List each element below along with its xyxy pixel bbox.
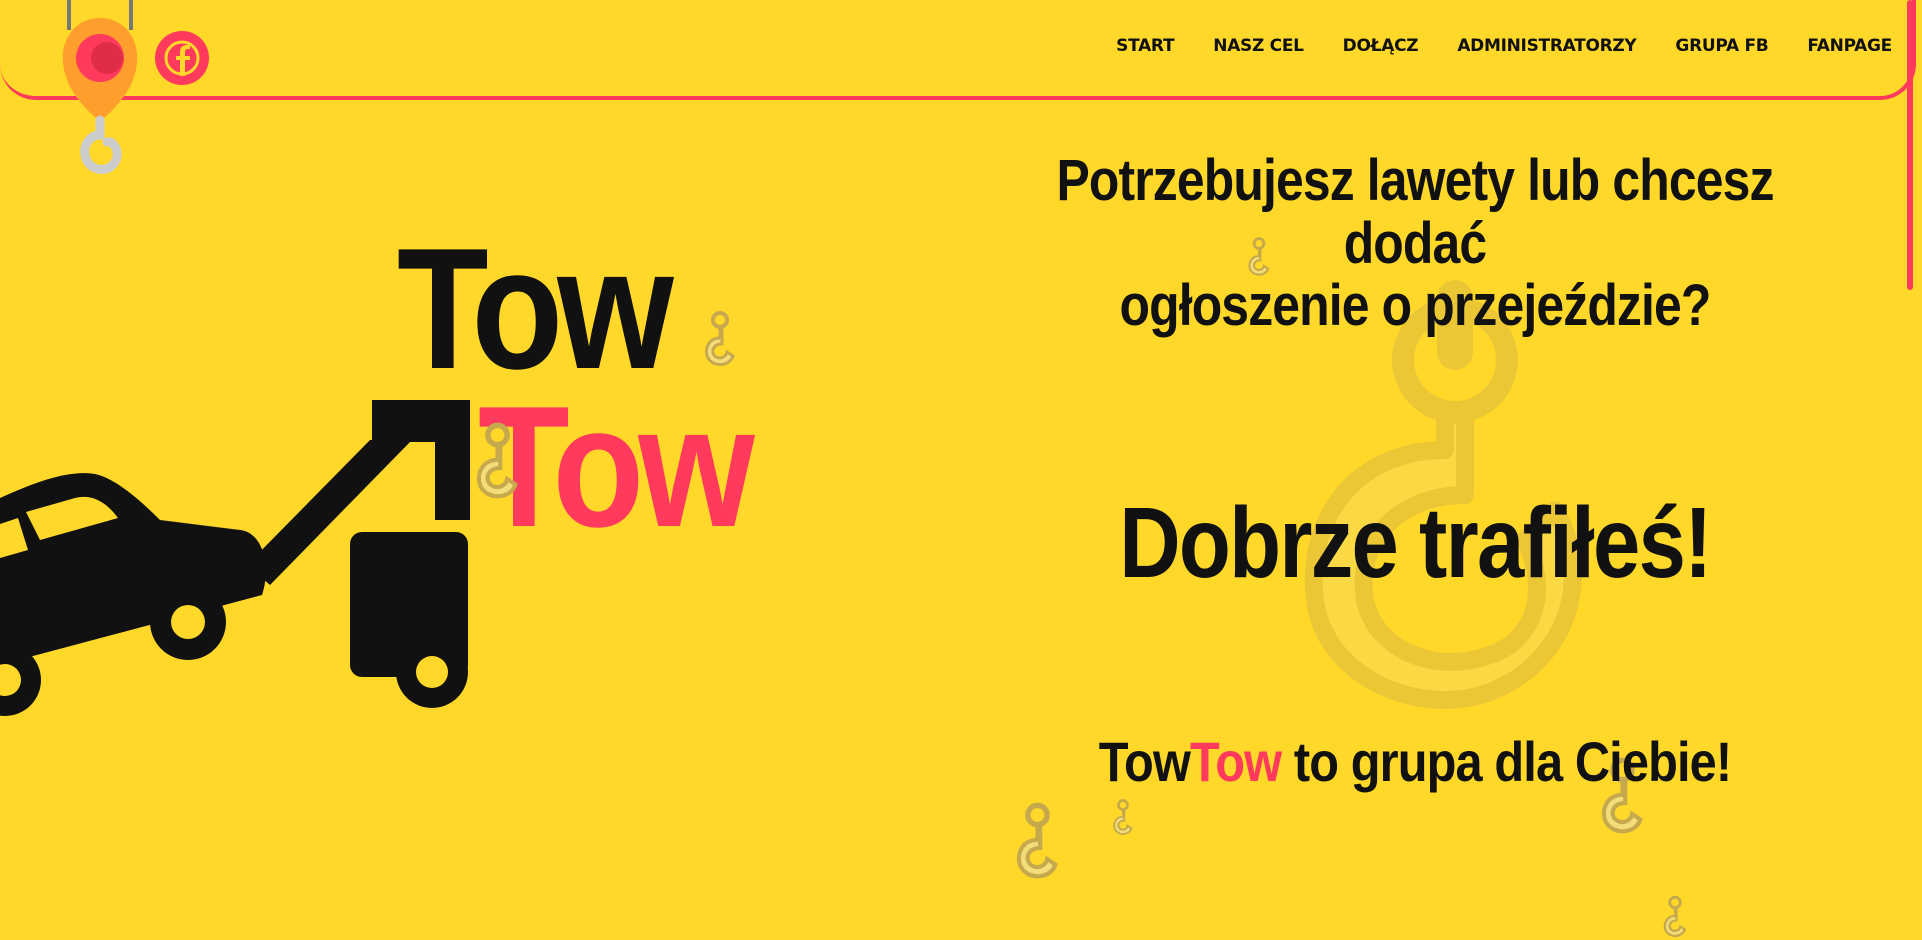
hook-icon	[1016, 802, 1058, 879]
tow-truck-icon	[0, 400, 470, 716]
crane-hook-icon[interactable]	[55, 0, 155, 185]
tagline-rest: to grupa dla Ciebie!	[1281, 729, 1732, 793]
hero-headline: Potrzebujesz lawety lub chcesz dodać ogł…	[1007, 148, 1824, 339]
nav-start[interactable]: START	[1116, 36, 1174, 56]
hero-section: Potrzebujesz lawety lub chcesz dodać ogł…	[940, 148, 1890, 794]
hook-icon	[1113, 799, 1133, 835]
hero-headline-line1: Potrzebujesz lawety lub chcesz dodać	[1056, 148, 1774, 276]
brand-word-pink: Tow	[478, 369, 755, 563]
hero-big-text: Dobrze trafiłeś!	[1119, 486, 1712, 599]
hook-icon	[1663, 895, 1687, 937]
hero-tagline: TowTow to grupa dla Ciebie!	[1002, 729, 1829, 794]
tagline-tow-pink: Tow	[1189, 729, 1282, 793]
nav-grupa-fb[interactable]: GRUPA FB	[1675, 36, 1768, 56]
hook-icon	[705, 311, 735, 366]
nav-fanpage[interactable]: FANPAGE	[1807, 36, 1892, 56]
hero-headline-line2: ogłoszenie o przejeździe?	[1119, 273, 1711, 339]
nav-administratorzy[interactable]: ADMINISTRATORZY	[1457, 36, 1636, 56]
tagline-tow-black: Tow	[1098, 729, 1191, 793]
nav-dolacz[interactable]: DOŁĄCZ	[1343, 36, 1419, 56]
facebook-icon[interactable]	[154, 30, 210, 86]
scrollbar[interactable]	[1907, 0, 1913, 290]
main-nav: START NASZ CEL DOŁĄCZ ADMINISTRATORZY GR…	[1077, 36, 1892, 56]
brand-word-black: Tow	[397, 211, 674, 405]
nav-nasz-cel[interactable]: NASZ CEL	[1213, 36, 1304, 56]
